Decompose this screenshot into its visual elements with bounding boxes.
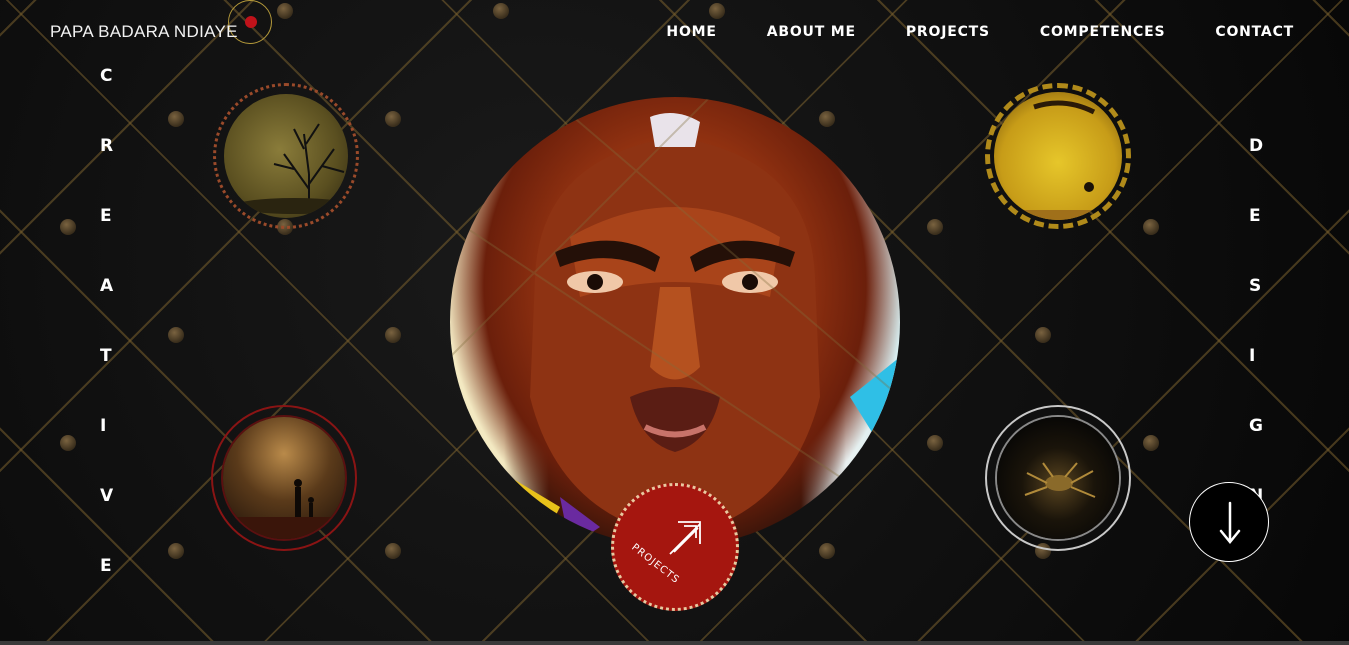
background-stud	[385, 111, 401, 127]
letter: S	[1249, 276, 1263, 296]
background-stud	[1143, 435, 1159, 451]
moon-tree-image	[224, 94, 348, 218]
spider-image	[997, 417, 1119, 539]
letter: D	[1249, 136, 1265, 156]
letter: V	[100, 486, 115, 506]
letter: E	[100, 206, 113, 226]
nav-projects[interactable]: PROJECTS	[906, 24, 990, 40]
background-stud	[60, 219, 76, 235]
background-stud	[168, 543, 184, 559]
background-stud	[277, 3, 293, 19]
nav-about-me[interactable]: ABOUT ME	[767, 24, 856, 40]
letter: E	[1249, 206, 1262, 226]
letter: I	[1249, 346, 1257, 366]
arrow-up-right-icon	[669, 521, 701, 555]
letter: T	[100, 346, 113, 366]
sunset-image	[994, 92, 1122, 220]
forest-walk-thumbnail	[211, 405, 357, 551]
letter: G	[1249, 416, 1264, 436]
background-stud	[1035, 327, 1051, 343]
nav-competences[interactable]: COMPETENCES	[1040, 24, 1165, 40]
background-stud	[493, 3, 509, 19]
profile-portrait	[450, 97, 900, 547]
background-stud	[1143, 219, 1159, 235]
background-stud	[709, 3, 725, 19]
arrow-down-icon	[1219, 501, 1241, 544]
main-nav: HOME ABOUT ME PROJECTS COMPETENCES CONTA…	[666, 24, 1294, 40]
forest-walk-image	[223, 417, 345, 539]
nav-home[interactable]: HOME	[666, 24, 716, 40]
bottom-divider	[0, 641, 1349, 645]
sunset-thumbnail	[985, 83, 1131, 229]
vertical-word-creative: C R E A T I V E	[100, 66, 114, 626]
background-stud	[168, 111, 184, 127]
nav-contact[interactable]: CONTACT	[1215, 24, 1294, 40]
letter: I	[100, 416, 108, 436]
scroll-down-button[interactable]	[1189, 482, 1269, 562]
background-stud	[927, 219, 943, 235]
spider-thumbnail	[985, 405, 1131, 551]
site-brand[interactable]: PAPA BADARA NDIAYE	[50, 22, 238, 42]
logo-dot	[245, 16, 257, 28]
background-stud	[168, 327, 184, 343]
projects-badge-button[interactable]: PROJECTS	[611, 483, 739, 611]
background-stud	[60, 435, 76, 451]
letter: A	[100, 276, 115, 296]
letter: R	[100, 136, 115, 156]
letter: E	[100, 556, 113, 576]
background-stud	[927, 435, 943, 451]
background-stud	[385, 327, 401, 343]
letter: C	[100, 66, 114, 86]
background-stud	[385, 543, 401, 559]
moon-tree-thumbnail	[213, 83, 359, 229]
